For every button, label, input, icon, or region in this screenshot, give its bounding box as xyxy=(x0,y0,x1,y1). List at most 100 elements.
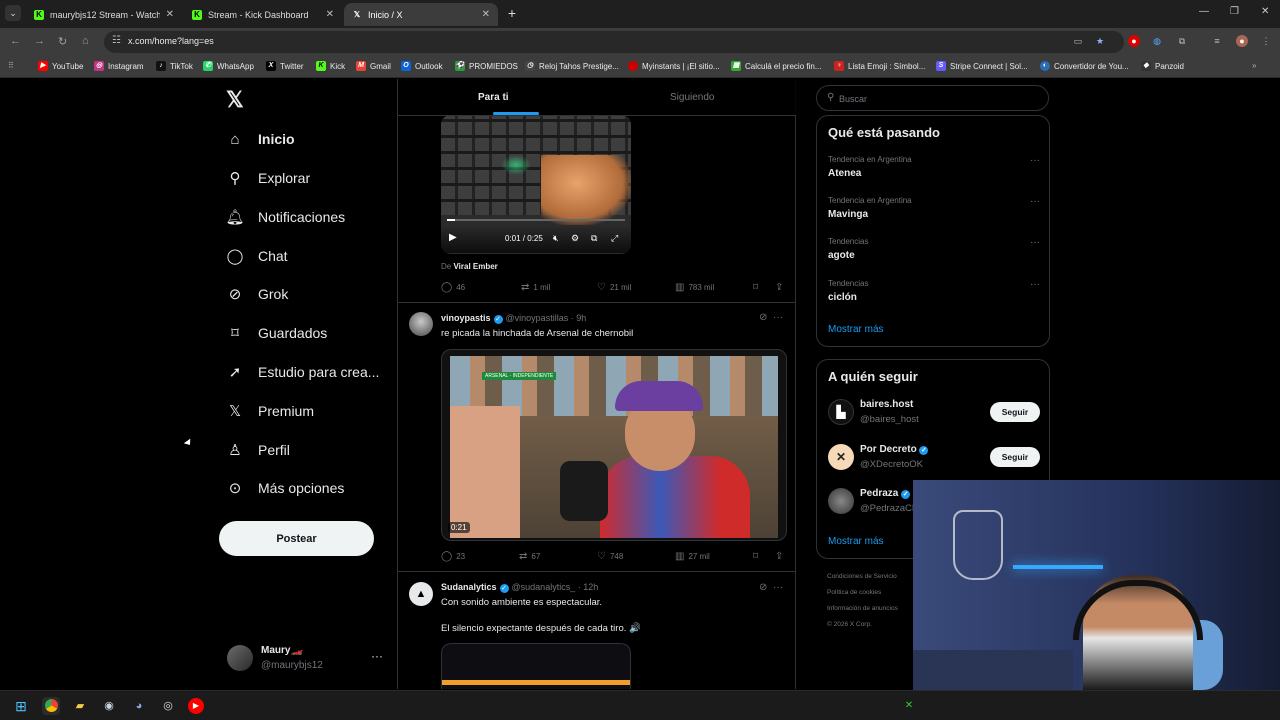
search-input[interactable] xyxy=(839,91,1039,106)
share-button[interactable]: ⇪ xyxy=(775,551,783,562)
reply-button[interactable]: ◯ 23 xyxy=(441,551,465,562)
settings-gear-icon[interactable]: ⚙ xyxy=(571,233,579,244)
close-tab-icon[interactable]: ✕ xyxy=(166,9,174,20)
tweet-time[interactable]: · 9h xyxy=(571,313,587,323)
nav-premium[interactable]: 𝕏 Premium xyxy=(226,399,314,423)
post-button[interactable]: Postear xyxy=(219,521,374,556)
follow-suggestion[interactable]: ✕ Por Decreto ✓ @XDecretoOK Seguir xyxy=(828,442,1040,474)
nav-explore[interactable]: ⚲ Explorar xyxy=(226,166,311,190)
grok-icon[interactable]: ⊘ xyxy=(759,312,767,323)
bookmark-outlook[interactable]: O Outlook xyxy=(401,61,443,71)
bookmark-myinstants[interactable]: Myinstants | ¡El sitio... xyxy=(628,61,720,71)
grok-icon[interactable]: ⊘ xyxy=(759,582,767,593)
views-button[interactable]: ▥ 783 mil xyxy=(675,282,714,293)
bookmark-instagram[interactable]: ◎ Instagram xyxy=(94,61,144,71)
reply-button[interactable]: ◯ 46 xyxy=(441,282,465,293)
home-icon[interactable]: ⌂ xyxy=(82,35,89,47)
minimize-icon[interactable]: — xyxy=(1199,6,1209,17)
search-box[interactable]: ⚲ xyxy=(816,85,1049,111)
views-button[interactable]: ▥ 27 mil xyxy=(675,551,710,562)
bookmark-panzoid[interactable]: ◆ Panzoid xyxy=(1141,61,1184,71)
bookmark-whatsapp[interactable]: ✆ WhatsApp xyxy=(203,61,254,71)
youtube-icon[interactable]: ▶ xyxy=(188,698,204,714)
bookmark-convertidor[interactable]: ◐ Convertidor de You... xyxy=(1040,61,1129,71)
windows-start-icon[interactable]: ⊞ xyxy=(12,697,30,715)
follow-suggestion[interactable]: ▙ baires.host @baires_host Seguir xyxy=(828,397,1040,429)
trend-item[interactable]: Tendencia en Argentina Mavinga ··· xyxy=(828,196,1040,224)
more-icon[interactable]: ··· xyxy=(1030,279,1040,290)
menu-kebab-icon[interactable]: ⋮ xyxy=(1260,35,1272,47)
reload-icon[interactable]: ↻ xyxy=(58,35,67,48)
bookmark-button[interactable]: ⌑ xyxy=(753,551,758,562)
trend-item[interactable]: Tendencia en Argentina Atenea ··· xyxy=(828,155,1040,183)
obs-icon[interactable]: ◎ xyxy=(159,697,177,715)
maximize-icon[interactable]: ❐ xyxy=(1230,6,1239,17)
xbox-icon[interactable]: ✕ xyxy=(900,697,918,715)
play-icon[interactable]: ▶ xyxy=(449,232,457,243)
share-button[interactable]: ⇪ xyxy=(775,282,783,293)
more-icon[interactable]: ··· xyxy=(1030,237,1040,248)
like-button[interactable]: ♡ 21 mil xyxy=(597,282,631,293)
nav-home[interactable]: ⌂ Inicio xyxy=(226,127,294,151)
tweet-time[interactable]: · 12h xyxy=(578,582,599,592)
cookies-link[interactable]: Política de cookies xyxy=(827,585,927,601)
nav-creator-studio[interactable]: ➚ Estudio para crea... xyxy=(226,360,380,384)
like-button[interactable]: ♡ 748 xyxy=(597,551,623,562)
nav-profile[interactable]: ♙ Perfil xyxy=(226,438,290,462)
bookmark-gmail[interactable]: M Gmail xyxy=(356,61,391,71)
extension-icon[interactable]: ◍ xyxy=(1151,35,1163,47)
bookmark-emoji[interactable]: ♀ Lista Emoji : Símbol... xyxy=(834,61,925,71)
bookmark-tiktok[interactable]: ♪ TikTok xyxy=(156,61,193,71)
tweet-video[interactable]: ARSENAL - INDEPENDIENTE 0:21 xyxy=(441,349,787,541)
bookmark-youtube[interactable]: ▶ YouTube xyxy=(38,61,83,71)
browser-tab-active[interactable]: 𝕏 Inicio / X ✕ xyxy=(344,3,498,26)
back-icon[interactable]: ← xyxy=(10,35,21,47)
nav-chat[interactable]: ◯ Chat xyxy=(226,244,288,268)
bookmark-promiedos[interactable]: ⚽ PROMIEDOS xyxy=(455,61,518,71)
profile-avatar-icon[interactable]: ● xyxy=(1236,35,1248,47)
discord-icon[interactable]: ◕ xyxy=(130,697,148,715)
site-info-icon[interactable]: ☷ xyxy=(112,35,121,46)
nav-grok[interactable]: ⊘ Grok xyxy=(226,282,289,306)
file-explorer-icon[interactable]: ▰ xyxy=(71,697,89,715)
reading-list-icon[interactable]: ≡ xyxy=(1211,35,1223,47)
more-icon[interactable]: ··· xyxy=(773,312,783,323)
bookmark-kick[interactable]: K Kick xyxy=(316,61,345,71)
bookmark-twitter[interactable]: X Twitter xyxy=(266,61,304,71)
source-link[interactable]: Viral Ember xyxy=(453,262,497,271)
tab-for-you[interactable]: Para ti xyxy=(478,92,509,103)
browser-tab[interactable]: K maurybjs12 Stream - Watch Liv ✕ xyxy=(26,3,182,26)
tweet-video[interactable]: ▶ 0:01 / 0:25 🔇︎ ⚙ ⧉ ⤢ xyxy=(441,115,631,254)
bookmark-reloj[interactable]: ◷ Reloj Tahos Prestige... xyxy=(525,61,619,71)
tab-search-button[interactable]: ⌄ xyxy=(5,5,21,21)
author-name[interactable]: vinoypastis xyxy=(441,313,491,323)
mute-icon[interactable]: 🔇︎ xyxy=(553,233,559,244)
avatar[interactable]: ▲ xyxy=(409,582,433,606)
address-bar[interactable]: ☷ x.com/home?lang=es xyxy=(104,31,1124,53)
tab-following[interactable]: Siguiendo xyxy=(670,92,714,103)
trend-item[interactable]: Tendencias agote ··· xyxy=(828,237,1040,265)
nav-notifications[interactable]: 🔔︎ Notificaciones xyxy=(225,205,345,229)
repost-button[interactable]: ⇄ 67 xyxy=(519,551,540,562)
video-progress-bar[interactable] xyxy=(447,219,625,221)
close-tab-icon[interactable]: ✕ xyxy=(326,9,334,20)
bookmark-stripe[interactable]: S Stripe Connect | Sol... xyxy=(936,61,1028,71)
forward-icon[interactable]: → xyxy=(34,35,45,47)
bookmark-button[interactable]: ⌑ xyxy=(753,282,758,293)
trend-item[interactable]: Tendencias ciclón ··· xyxy=(828,279,1040,307)
close-tab-icon[interactable]: ✕ xyxy=(482,9,490,20)
close-window-icon[interactable]: ✕ xyxy=(1261,6,1269,17)
avatar[interactable] xyxy=(409,312,433,336)
follow-button[interactable]: Seguir xyxy=(990,402,1040,422)
show-more-follow-link[interactable]: Mostrar más xyxy=(828,536,884,547)
new-tab-button[interactable]: + xyxy=(504,6,520,22)
chrome-icon[interactable] xyxy=(42,697,60,715)
fullscreen-icon[interactable]: ⤢ xyxy=(611,233,618,244)
bookmark-calcula[interactable]: ▦ Calculá el precio fin... xyxy=(731,61,821,71)
apps-grid-icon[interactable]: ⠿ xyxy=(8,61,14,70)
more-icon[interactable]: ··· xyxy=(1030,196,1040,207)
show-more-trends-link[interactable]: Mostrar más xyxy=(828,324,884,335)
nav-bookmarks[interactable]: ⌑ Guardados xyxy=(226,321,327,345)
x-logo-icon[interactable]: 𝕏 xyxy=(226,87,244,113)
extension-icon[interactable]: ● xyxy=(1128,35,1140,47)
